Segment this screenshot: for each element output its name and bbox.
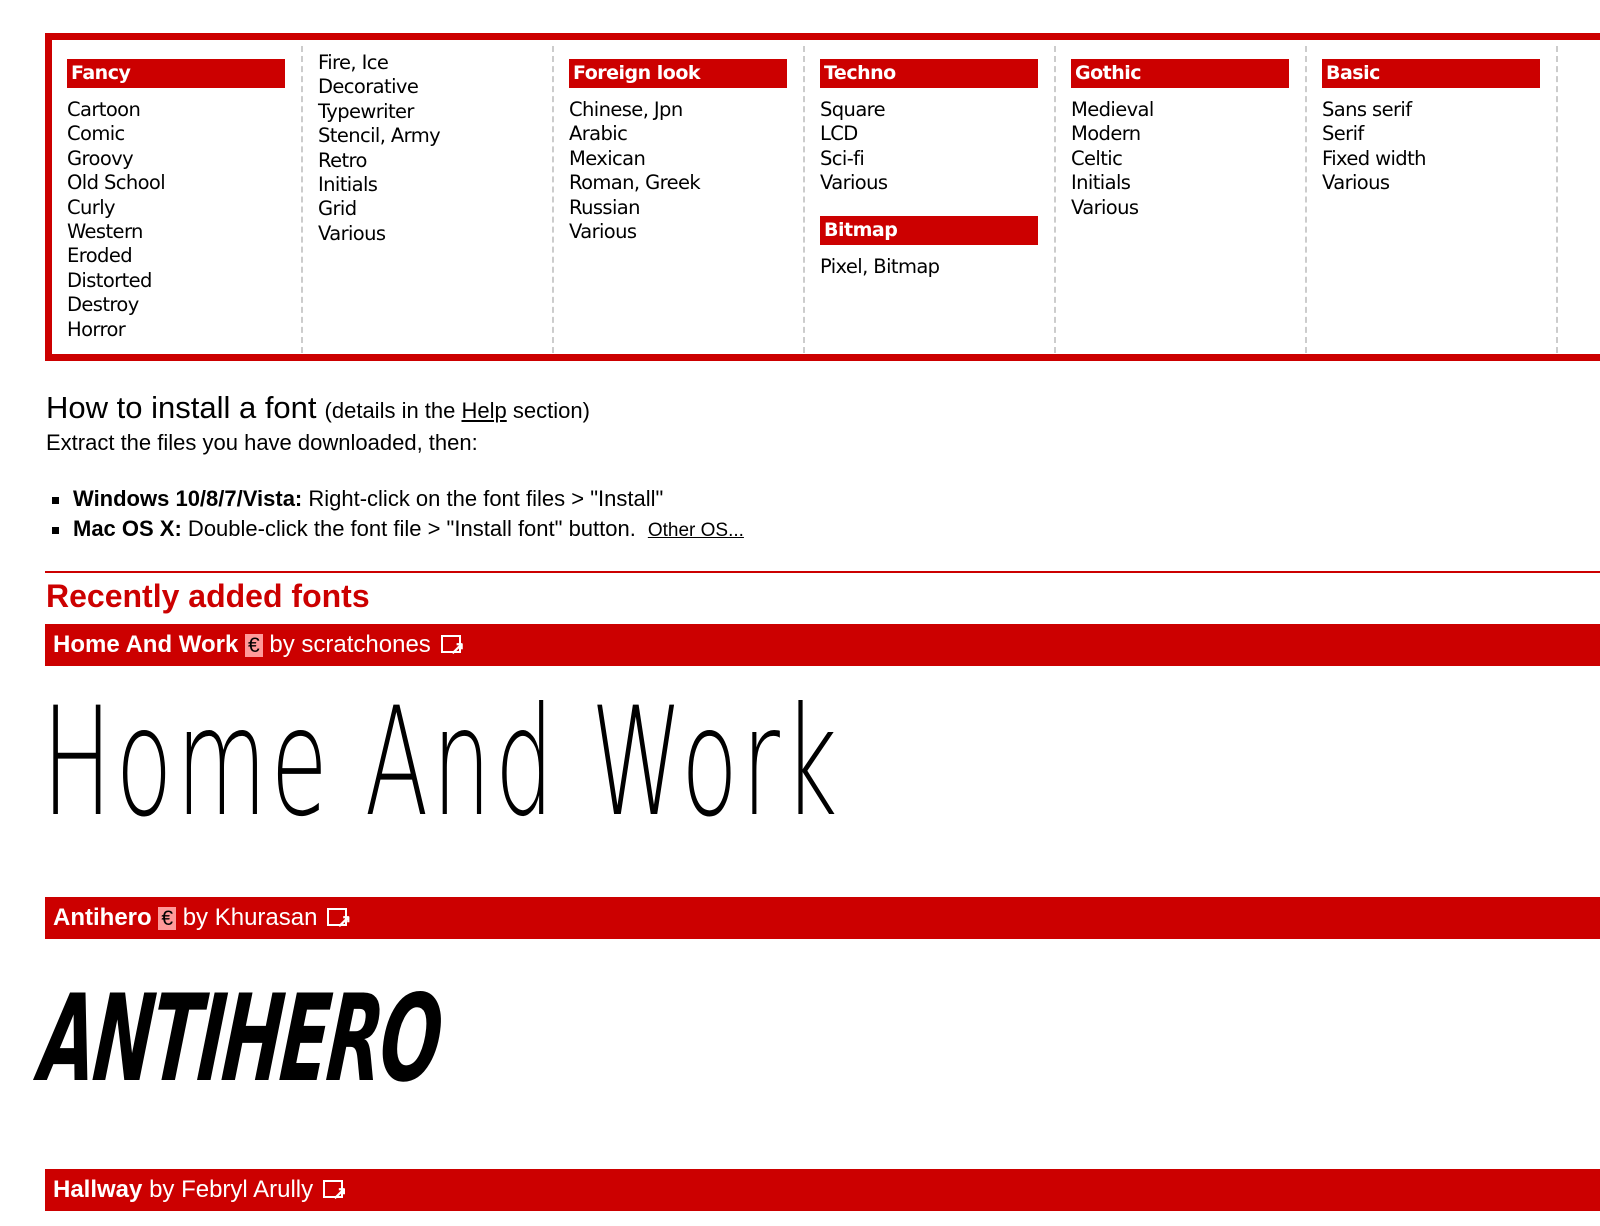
install-step-windows: Windows 10/8/7/Vista: Right-click on the… xyxy=(52,484,744,514)
category-link[interactable]: Retro xyxy=(318,149,536,173)
category-link[interactable]: Various xyxy=(569,220,787,244)
font-name-link[interactable]: Home And Work xyxy=(53,631,238,658)
install-step-mac: Mac OS X: Double-click the font file > "… xyxy=(52,514,744,546)
help-link[interactable]: Help xyxy=(462,398,507,423)
category-heading[interactable]: Gothic xyxy=(1071,59,1289,88)
category-menu: Fancy Cartoon Comic Groovy Old School Cu… xyxy=(45,33,1600,361)
category-link[interactable]: Sans serif xyxy=(1322,98,1540,122)
category-link[interactable]: Curly xyxy=(67,196,285,220)
category-column-techno: Techno Square LCD Sci-fi Various Bitmap … xyxy=(805,46,1056,353)
font-bar-home-and-work: Home And Work € by scratchones xyxy=(45,624,1600,669)
category-heading[interactable]: Fancy xyxy=(67,59,285,88)
category-link[interactable]: Arabic xyxy=(569,122,787,146)
category-link[interactable]: Decorative xyxy=(318,75,536,99)
divider xyxy=(45,571,1600,573)
category-link[interactable]: Square xyxy=(820,98,1038,122)
category-link[interactable]: Medieval xyxy=(1071,98,1289,122)
category-link[interactable]: Chinese, Jpn xyxy=(569,98,787,122)
font-bar-hallway: Hallway by Febryl Arully xyxy=(45,1169,1600,1214)
category-link[interactable]: Horror xyxy=(67,318,285,342)
category-link[interactable]: Fire, Ice xyxy=(318,51,536,75)
category-link[interactable]: Grid xyxy=(318,197,536,221)
install-steps: Windows 10/8/7/Vista: Right-click on the… xyxy=(52,484,744,546)
category-column-gothic: Gothic Medieval Modern Celtic Initials V… xyxy=(1056,46,1307,353)
category-link[interactable]: Stencil, Army xyxy=(318,124,536,148)
external-link-icon[interactable] xyxy=(327,900,351,942)
category-column-fancy-2: Fire, Ice Decorative Typewriter Stencil,… xyxy=(303,46,554,353)
category-link[interactable]: Typewriter xyxy=(318,100,536,124)
category-heading[interactable]: Techno xyxy=(820,59,1038,88)
category-link[interactable]: Destroy xyxy=(67,293,285,317)
font-author-link[interactable]: by Febryl Arully xyxy=(149,1176,313,1203)
category-heading[interactable]: Bitmap xyxy=(820,215,1038,245)
other-os-link[interactable]: Other OS... xyxy=(648,520,744,541)
category-link[interactable]: Various xyxy=(318,222,536,246)
font-name-link[interactable]: Hallway xyxy=(53,1176,142,1203)
category-column-basic: Basic Sans serif Serif Fixed width Vario… xyxy=(1307,46,1558,353)
category-link[interactable]: Eroded xyxy=(67,244,285,268)
euro-badge: € xyxy=(245,634,263,657)
category-column-foreign: Foreign look Chinese, Jpn Arabic Mexican… xyxy=(554,46,805,353)
install-intro: Extract the files you have downloaded, t… xyxy=(46,430,478,455)
install-heading: How to install a font (details in the Hel… xyxy=(46,390,590,425)
category-link[interactable]: Sci-fi xyxy=(820,147,1038,171)
font-author-link[interactable]: by Khurasan xyxy=(183,904,318,931)
category-column-fancy: Fancy Cartoon Comic Groovy Old School Cu… xyxy=(52,46,303,353)
external-link-icon[interactable] xyxy=(323,1172,347,1214)
category-link[interactable]: LCD xyxy=(820,122,1038,146)
category-link[interactable]: Serif xyxy=(1322,122,1540,146)
category-link[interactable]: Old School xyxy=(67,171,285,195)
category-link[interactable]: Celtic xyxy=(1071,147,1289,171)
category-link[interactable]: Comic xyxy=(67,122,285,146)
category-link[interactable]: Various xyxy=(820,171,1038,195)
external-link-icon[interactable] xyxy=(440,627,465,669)
category-link[interactable]: Roman, Greek xyxy=(569,171,787,195)
recent-fonts-heading: Recently added fonts xyxy=(46,578,370,614)
font-name-link[interactable]: Antihero xyxy=(53,904,152,931)
euro-badge: € xyxy=(158,907,177,930)
font-author-link[interactable]: by scratchones xyxy=(269,631,430,658)
font-preview[interactable]: Home And Work xyxy=(42,688,841,838)
category-link[interactable]: Various xyxy=(1322,171,1540,195)
category-link[interactable]: Cartoon xyxy=(67,98,285,122)
category-link[interactable]: Distorted xyxy=(67,269,285,293)
font-bar-antihero: Antihero € by Khurasan xyxy=(45,897,1600,942)
category-heading[interactable]: Foreign look xyxy=(569,59,787,88)
category-link[interactable]: Groovy xyxy=(67,147,285,171)
font-preview[interactable]: ANTIHERO xyxy=(35,970,445,1109)
category-link[interactable]: Mexican xyxy=(569,147,787,171)
category-link[interactable]: Russian xyxy=(569,196,787,220)
category-link[interactable]: Initials xyxy=(1071,171,1289,195)
category-link[interactable]: Fixed width xyxy=(1322,147,1540,171)
category-link[interactable]: Initials xyxy=(318,173,536,197)
category-link[interactable]: Various xyxy=(1071,196,1289,220)
category-link[interactable]: Western xyxy=(67,220,285,244)
category-heading[interactable]: Basic xyxy=(1322,59,1540,88)
category-link[interactable]: Modern xyxy=(1071,122,1289,146)
category-link[interactable]: Pixel, Bitmap xyxy=(820,255,1038,279)
